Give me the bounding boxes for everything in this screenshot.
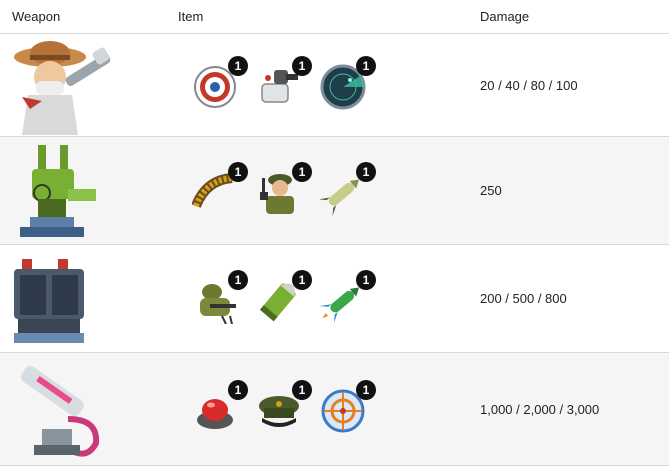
item-slot: 1 xyxy=(320,161,376,216)
rocket-launcher-icon xyxy=(14,258,84,343)
item-count-badge: 1 xyxy=(292,380,312,400)
header-weapon: Weapon xyxy=(0,0,178,34)
weapon-table: Weapon Item Damage 1 1 1 20 / 40 / 80 / … xyxy=(0,0,669,466)
bazooka-soldier-icon xyxy=(14,41,111,135)
item-count-badge: 1 xyxy=(228,269,248,290)
item-count-badge: 1 xyxy=(356,269,376,290)
items-cell: 1 1 1 xyxy=(178,136,480,245)
item-slot: 1 xyxy=(320,380,376,434)
damage-value: 20 / 40 / 80 / 100 xyxy=(480,33,669,137)
damage-value: 250 xyxy=(480,136,669,245)
item-slot: 1 xyxy=(256,269,312,324)
item-slot: 1 xyxy=(256,56,312,110)
table-row: 1 1 xyxy=(0,136,669,245)
items-cell: 1 1 1 xyxy=(178,244,480,353)
damage-value: 200 / 500 / 800 xyxy=(480,244,669,353)
header-item: Item xyxy=(178,0,480,34)
item-count-badge: 1 xyxy=(228,56,248,76)
table-row: 1 1 xyxy=(0,352,669,466)
item-count-badge: 1 xyxy=(292,269,312,290)
item-slot: 1 xyxy=(192,161,248,216)
damage-value: 1,000 / 2,000 / 3,000 xyxy=(480,352,669,466)
weapon-cell xyxy=(0,136,178,245)
table-row: 1 1 xyxy=(0,33,669,137)
item-count-badge: 1 xyxy=(228,161,248,182)
anti-air-turret-icon xyxy=(20,144,96,237)
header-damage: Damage xyxy=(480,0,669,34)
weapon-cell xyxy=(0,244,178,353)
items-cell: 1 1 1 xyxy=(178,33,480,137)
laser-cannon-icon xyxy=(20,365,100,457)
item-count-badge: 1 xyxy=(292,161,312,182)
weapon-cell xyxy=(0,352,178,466)
item-slot: 1 xyxy=(192,56,248,110)
item-slot: 1 xyxy=(192,269,248,324)
item-slot: 1 xyxy=(320,269,376,324)
table-header-row: Weapon Item Damage xyxy=(0,0,669,34)
items-cell: 1 1 1 xyxy=(178,352,480,466)
item-count-badge: 1 xyxy=(356,56,376,76)
item-slot: 1 xyxy=(256,161,312,216)
item-slot: 1 xyxy=(192,380,248,434)
item-count-badge: 1 xyxy=(292,56,312,76)
item-slot: 1 xyxy=(256,380,312,434)
weapon-cell xyxy=(0,33,178,137)
item-count-badge: 1 xyxy=(356,380,376,400)
item-count-badge: 1 xyxy=(228,380,248,400)
table-row: 1 1 xyxy=(0,244,669,353)
item-count-badge: 1 xyxy=(356,161,376,182)
item-slot: 1 xyxy=(320,56,376,110)
